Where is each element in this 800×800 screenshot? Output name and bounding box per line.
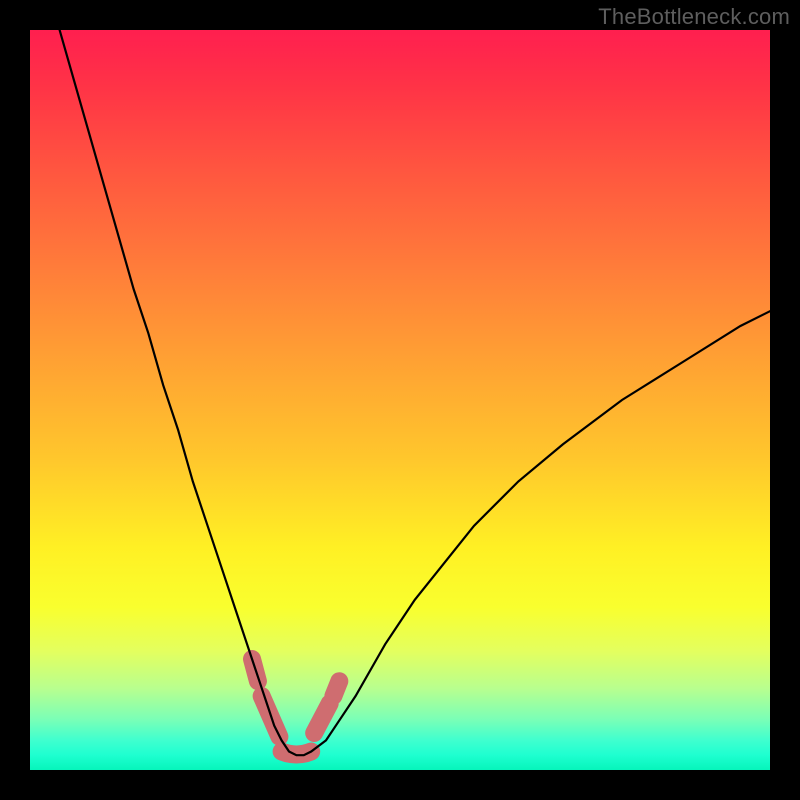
plot-area xyxy=(30,30,770,770)
watermark-text: TheBottleneck.com xyxy=(598,4,790,30)
curve-svg xyxy=(30,30,770,770)
marker-right-segment-2 xyxy=(333,681,339,696)
marker-right-segment-1 xyxy=(314,703,330,733)
bottleneck-curve xyxy=(60,30,770,755)
chart-frame: TheBottleneck.com xyxy=(0,0,800,800)
